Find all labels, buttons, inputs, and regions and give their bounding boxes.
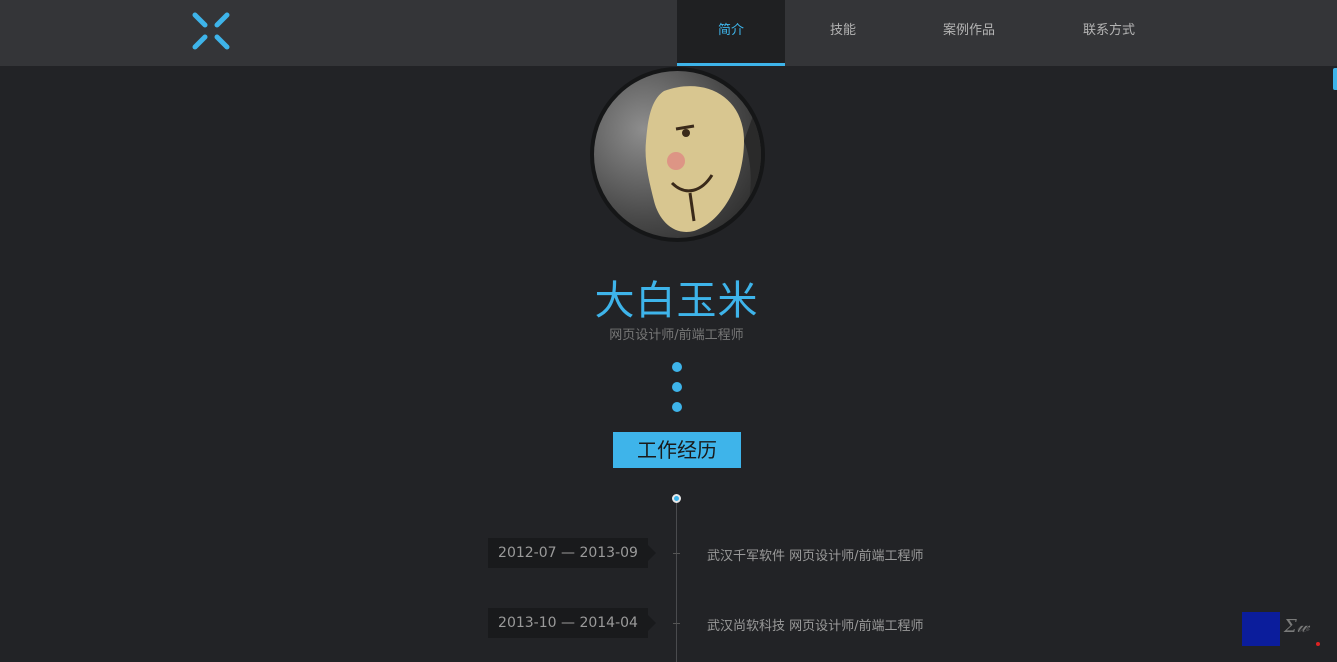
timeline-tick	[673, 623, 680, 624]
avatar	[590, 67, 765, 242]
watermark-logo	[1242, 612, 1280, 646]
nav-item-intro[interactable]: 简介	[677, 0, 785, 66]
timeline-date: 2013-10 — 2014-04	[488, 608, 656, 638]
timeline-line	[676, 502, 677, 662]
scroll-indicator[interactable]	[1333, 68, 1337, 90]
separator-dot	[672, 402, 682, 412]
timeline-start-dot	[672, 494, 681, 503]
timeline-tick	[673, 553, 680, 554]
timeline-entry-text: 武汉千军软件 网页设计师/前端工程师	[707, 549, 924, 564]
section-heading-experience: 工作经历	[613, 432, 741, 468]
separator-dot	[672, 382, 682, 392]
top-navbar: 简介 技能 案例作品 联系方式	[0, 0, 1337, 66]
profile-name: 大白玉米	[594, 278, 759, 324]
profile-title: 网页设计师/前端工程师	[609, 328, 744, 343]
mask-avatar-image	[645, 86, 761, 238]
watermark-signature: Ʃ𝓌	[1284, 616, 1310, 637]
nav-item-skills[interactable]: 技能	[785, 0, 901, 66]
separator-dot	[672, 362, 682, 372]
nav-item-contact[interactable]: 联系方式	[1037, 0, 1181, 66]
nav-item-works[interactable]: 案例作品	[901, 0, 1037, 66]
watermark-seal	[1316, 642, 1320, 646]
timeline-entry-text: 武汉尚软科技 网页设计师/前端工程师	[707, 619, 924, 634]
x-logo-icon[interactable]	[190, 10, 232, 52]
main-nav: 简介 技能 案例作品 联系方式	[677, 0, 1181, 66]
timeline-date: 2012-07 — 2013-09	[488, 538, 656, 568]
